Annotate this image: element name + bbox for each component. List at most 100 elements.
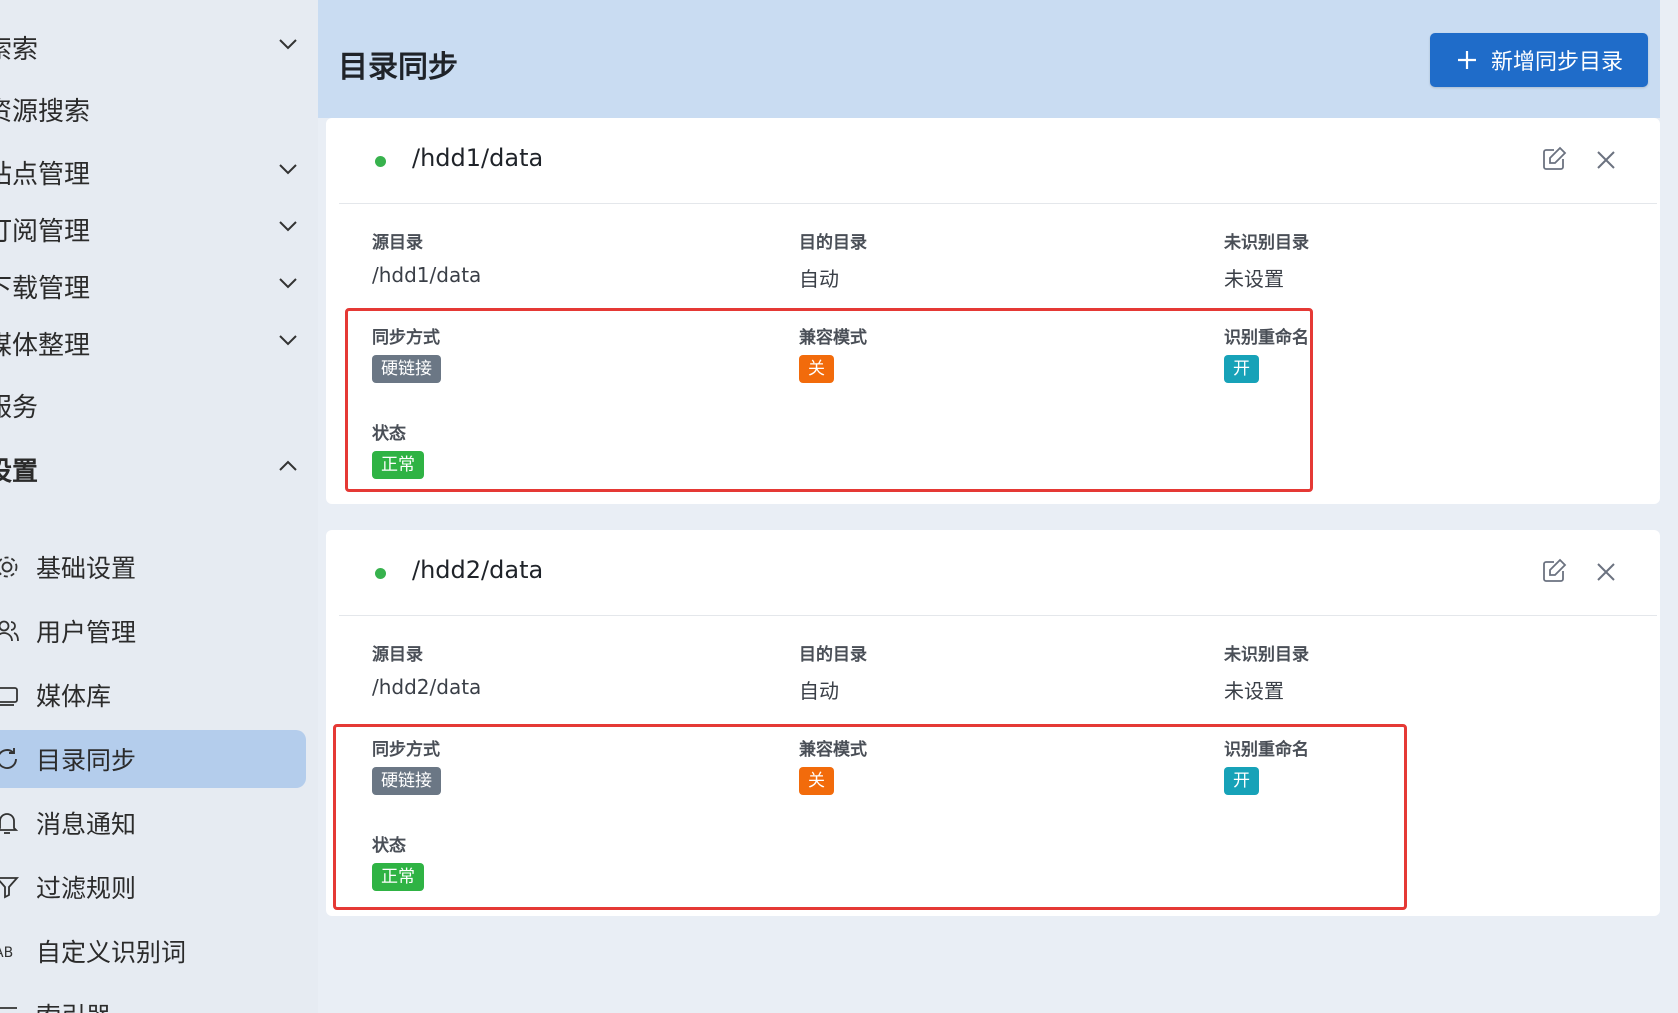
sidebar-item-label: 服务: [0, 392, 39, 423]
filter-icon: [0, 877, 20, 899]
sync-mode-field: 同步方式 硬链接: [372, 735, 441, 795]
field-label: 未识别目录: [1224, 233, 1309, 253]
source-dir-field: 源目录 /hdd1/data: [372, 228, 481, 287]
field-label: 未识别目录: [1224, 645, 1309, 665]
chevron-down-icon: [279, 335, 297, 346]
sidebar-item-label: 索引器: [36, 997, 111, 1013]
status-badge: 正常: [372, 451, 424, 479]
sync-mode-field: 同步方式 硬链接: [372, 323, 441, 383]
source-dir-field: 源目录 /hdd2/data: [372, 640, 481, 699]
sync-mode-badge: 硬链接: [372, 767, 441, 795]
chevron-down-icon: [279, 278, 297, 289]
status-field: 状态 正常: [372, 419, 424, 479]
field-value: /hdd2/data: [372, 675, 482, 699]
rename-field: 识别重命名 开: [1224, 735, 1309, 795]
sidebar-item-label: 自定义识别词: [36, 938, 187, 967]
field-label: 目的目录: [799, 233, 867, 253]
main-content: 目录同步 新增同步目录 /hdd1/data 源目录 /hdd1/data 目的…: [318, 0, 1678, 1013]
dest-dir-field: 目的目录 自动: [799, 640, 867, 704]
page-title: 目录同步: [338, 50, 458, 85]
field-label: 状态: [372, 836, 406, 856]
svg-text:AB: AB: [0, 945, 13, 961]
page-header: 目录同步 新增同步目录: [318, 0, 1660, 118]
users-icon: [0, 620, 19, 642]
divider: [339, 615, 1657, 616]
edit-icon[interactable]: [1541, 146, 1567, 172]
sidebar-item-label: 用户管理: [36, 618, 137, 647]
field-label: 源目录: [372, 233, 423, 253]
close-icon[interactable]: [1596, 562, 1616, 582]
status-dot: [375, 156, 386, 167]
sidebar-item-media-organize[interactable]: 媒体整理: [0, 314, 306, 372]
sidebar-item-label: 媒体整理: [0, 330, 91, 361]
media-library-icon: [0, 687, 18, 706]
status-badge: 正常: [372, 863, 424, 891]
sidebar: 索索 资源搜索 站点管理 订阅管理 下载管理 媒体整理 服务 设置 基础设置 用…: [0, 0, 318, 1013]
sidebar-item-label: 下载管理: [0, 273, 91, 304]
field-label: 识别重命名: [1224, 740, 1309, 760]
word-icon: AB: [0, 945, 13, 961]
compat-mode-badge: 关: [799, 767, 834, 795]
indexer-icon: [0, 1007, 17, 1009]
divider: [339, 203, 1657, 204]
chevron-down-icon: [279, 39, 297, 50]
unknown-dir-field: 未识别目录 未设置: [1224, 640, 1309, 704]
sidebar-item-resource-search[interactable]: 资源搜索: [0, 80, 306, 138]
sidebar-subitem-users[interactable]: 用户管理: [0, 602, 306, 660]
field-label: 识别重命名: [1224, 328, 1309, 348]
add-button-label: 新增同步目录: [1490, 50, 1623, 75]
dest-dir-field: 目的目录 自动: [799, 228, 867, 292]
sidebar-item-label: 目录同步: [36, 746, 137, 775]
field-label: 目的目录: [799, 645, 867, 665]
sidebar-item-label: 资源搜索: [0, 96, 91, 127]
field-value: 自动: [799, 679, 839, 703]
sidebar-subitem-notifications[interactable]: 消息通知: [0, 794, 306, 852]
sidebar-item-downloads[interactable]: 下载管理: [0, 257, 306, 315]
card-header: /hdd1/data: [326, 118, 1660, 203]
sync-icon: [0, 748, 17, 769]
sidebar-subitem-basic-settings[interactable]: 基础设置: [0, 538, 306, 596]
compat-mode-field: 兼容模式 关: [799, 323, 867, 383]
gear-icon: [0, 556, 18, 578]
sidebar-subitem-media-library[interactable]: 媒体库: [0, 666, 306, 724]
edit-icon[interactable]: [1541, 558, 1567, 584]
rename-field: 识别重命名 开: [1224, 323, 1309, 383]
status-field: 状态 正常: [372, 831, 424, 891]
status-dot: [375, 568, 386, 579]
sync-directory-card: /hdd2/data 源目录 /hdd2/data 目的目录 自动 未识别目录 …: [326, 530, 1660, 916]
sidebar-subitem-directory-sync[interactable]: 目录同步: [0, 730, 306, 788]
chevron-up-icon: [279, 460, 297, 471]
chevron-down-icon: [279, 221, 297, 232]
sync-mode-badge: 硬链接: [372, 355, 441, 383]
unknown-dir-field: 未识别目录 未设置: [1224, 228, 1309, 292]
sidebar-item-sites[interactable]: 站点管理: [0, 143, 306, 201]
sidebar-subitem-filter-rules[interactable]: 过滤规则: [0, 858, 306, 916]
sidebar-item-label: 索索: [0, 34, 39, 65]
sidebar-subitem-custom-words[interactable]: AB 自定义识别词: [0, 922, 306, 980]
card-title: /hdd1/data: [412, 144, 544, 172]
sidebar-item-label: 过滤规则: [36, 874, 137, 903]
field-value: /hdd1/data: [372, 263, 482, 287]
sidebar-item-label: 基础设置: [36, 554, 137, 583]
compat-mode-field: 兼容模式 关: [799, 735, 867, 795]
sidebar-item-search[interactable]: 索索: [0, 18, 306, 76]
sidebar-item-services[interactable]: 服务: [0, 376, 306, 434]
chevron-down-icon: [279, 164, 297, 175]
rename-badge: 开: [1224, 767, 1259, 795]
sidebar-item-label: 媒体库: [36, 682, 112, 711]
field-label: 源目录: [372, 645, 423, 665]
add-sync-directory-button[interactable]: 新增同步目录: [1430, 33, 1648, 87]
card-title: /hdd2/data: [412, 556, 544, 584]
plus-icon: [1457, 51, 1476, 69]
sidebar-item-label: 站点管理: [0, 159, 91, 190]
field-label: 同步方式: [372, 740, 440, 760]
close-icon[interactable]: [1596, 150, 1616, 170]
sidebar-item-settings[interactable]: 设置: [0, 440, 306, 498]
sidebar-subitem-indexer[interactable]: 索引器: [0, 986, 306, 1013]
sidebar-item-subscriptions[interactable]: 订阅管理: [0, 200, 306, 258]
rename-badge: 开: [1224, 355, 1259, 383]
sidebar-item-label: 订阅管理: [0, 216, 91, 247]
bell-icon: [0, 813, 19, 834]
field-label: 兼容模式: [799, 740, 867, 760]
card-header: /hdd2/data: [326, 530, 1660, 615]
